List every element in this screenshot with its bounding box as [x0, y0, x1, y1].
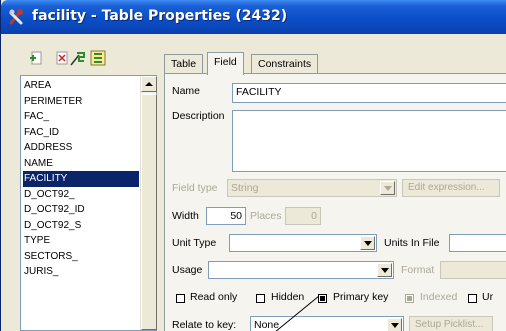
field-type-label: Field type	[172, 182, 218, 194]
title-bar[interactable]: facility - Table Properties (2432)	[1, 0, 506, 34]
scroll-up-button[interactable]	[141, 76, 157, 92]
chevron-down-icon	[381, 268, 389, 273]
name-input[interactable]: FACILITY	[232, 83, 506, 103]
unit-type-dropdown-button[interactable]	[360, 236, 375, 250]
description-textarea[interactable]	[232, 110, 506, 172]
relate-to-key-label: Relate to key:	[172, 319, 237, 331]
add-field-icon[interactable]	[27, 49, 45, 67]
unique-checkbox[interactable]	[468, 294, 477, 303]
relate-to-key-dropdown-button[interactable]	[387, 318, 402, 331]
unit-type-select[interactable]	[229, 234, 377, 252]
field-list-item[interactable]: ADDRESS	[23, 140, 139, 156]
units-in-file-select[interactable]	[449, 234, 506, 252]
field-list-item[interactable]: AREA	[23, 78, 139, 94]
field-list-item[interactable]: D_OCT92_ID	[23, 202, 139, 218]
read-only-label: Read only	[190, 291, 238, 303]
indexed-label: Indexed	[420, 291, 458, 303]
window-title: facility - Table Properties (2432)	[32, 8, 288, 24]
field-list-item[interactable]: FACILITY	[23, 171, 139, 187]
field-list-item[interactable]: D_OCT92_S	[23, 218, 139, 234]
usage-label: Usage	[172, 264, 203, 276]
hidden-checkbox[interactable]	[256, 294, 265, 303]
read-only-checkbox[interactable]	[176, 294, 185, 303]
format-label: Format	[401, 264, 435, 276]
chevron-down-icon	[364, 241, 372, 246]
units-in-file-label: Units In File	[384, 237, 440, 249]
field-tab-panel: Name FACILITY Description Field type Str…	[164, 73, 506, 331]
tab-constraints[interactable]: Constraints	[251, 54, 319, 74]
relate-to-key-select[interactable]: None	[250, 316, 404, 331]
field-list-scrollbar[interactable]	[140, 76, 157, 330]
move-field-down-icon[interactable]	[89, 49, 107, 67]
app-tools-icon	[8, 8, 26, 26]
annotation-line	[275, 295, 320, 331]
format-input[interactable]	[440, 261, 506, 279]
field-list-item[interactable]: FAC_ID	[23, 125, 139, 141]
field-list-item[interactable]: FAC_	[23, 109, 139, 125]
field-type-value: String	[231, 182, 259, 194]
description-label: Description	[172, 110, 225, 122]
chevron-down-icon	[391, 323, 399, 328]
field-list-item[interactable]: JURIS_	[23, 264, 139, 280]
chevron-down-icon	[384, 186, 392, 191]
field-list-item[interactable]: TYPE	[23, 233, 139, 249]
field-list-item[interactable]: PERIMETER	[23, 94, 139, 110]
unique-label: Ur	[482, 291, 494, 303]
primary-key-label: Primary key	[333, 291, 389, 303]
places-label: Places	[250, 210, 282, 222]
usage-select[interactable]	[208, 261, 394, 279]
field-list-item[interactable]: SECTORS_	[23, 249, 139, 265]
field-list-item[interactable]: D_OCT92_	[23, 187, 139, 203]
field-list-items: AREA PERIMETER FAC_ FAC_ID ADDRESS NAME FACILI…	[23, 78, 139, 280]
tab-field[interactable]: Field	[207, 52, 244, 75]
width-label: Width	[172, 210, 199, 222]
width-input[interactable]: 50	[206, 207, 246, 225]
tab-table[interactable]: Table	[164, 54, 204, 74]
places-input[interactable]: 0	[285, 207, 321, 225]
field-list[interactable]: AREA PERIMETER FAC_ FAC_ID ADDRESS NAME FACILI…	[20, 75, 157, 331]
indexed-checkbox[interactable]	[405, 294, 414, 303]
arrow-up-icon	[145, 82, 153, 86]
setup-picklist-button[interactable]: Setup Picklist...	[409, 316, 493, 331]
scroll-thumb[interactable]	[141, 94, 157, 330]
field-type-dropdown-button[interactable]	[380, 181, 395, 195]
edit-expression-button[interactable]: Edit expression...	[402, 179, 500, 197]
field-toolbar	[13, 45, 153, 71]
move-field-up-icon[interactable]	[69, 49, 87, 67]
table-properties-window: facility - Table Properties (2432) AREA …	[0, 0, 506, 331]
name-label: Name	[172, 85, 201, 97]
usage-dropdown-button[interactable]	[377, 263, 392, 277]
field-list-item[interactable]: NAME	[23, 156, 139, 172]
field-type-select[interactable]: String	[227, 179, 397, 197]
unit-type-label: Unit Type	[172, 237, 217, 249]
